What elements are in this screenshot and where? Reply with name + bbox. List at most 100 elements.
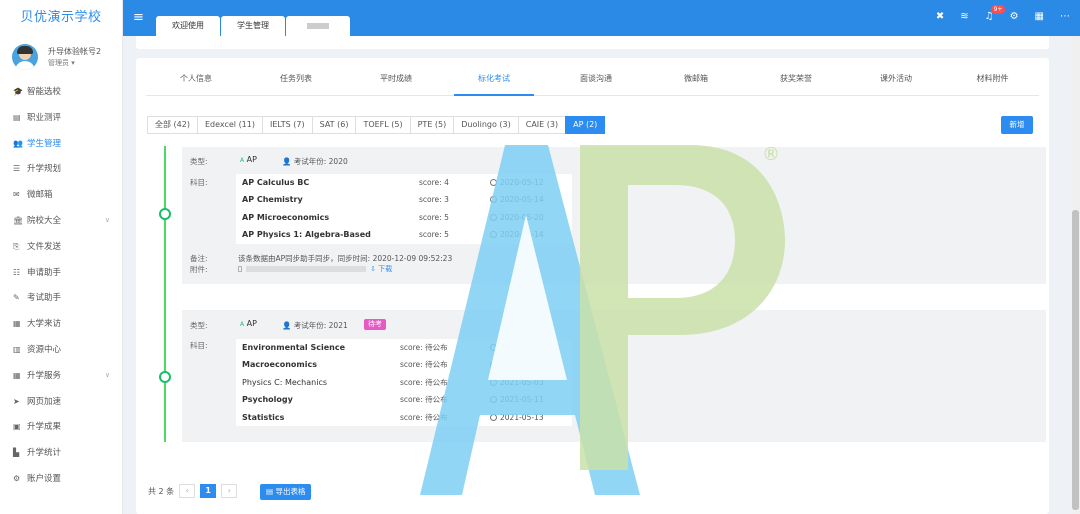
export-icon: ▤ [266, 487, 274, 496]
close-circle-icon[interactable]: ✖ [936, 11, 944, 22]
sidebar-item-11[interactable]: ▦ 升学服务 ∨ [0, 363, 122, 389]
tab-extracurricular[interactable]: 课外活动 [846, 68, 946, 96]
sidebar-item-label: 升学规划 [27, 164, 62, 175]
filter-button[interactable]: PTE (5) [409, 116, 455, 134]
tab-student-management[interactable]: 学生管理 [221, 16, 285, 36]
sidebar-item-12[interactable]: ➤ 网页加速 [0, 389, 122, 415]
table-row: Physics C: Mechanics score: 待公布 2021-05-… [242, 377, 544, 387]
sidebar-item-label: 升学服务 [27, 370, 62, 381]
timeline-dot [159, 208, 171, 220]
sidebar-item-label: 账户设置 [27, 473, 62, 484]
sidebar-item-label: 资源中心 [27, 344, 62, 355]
gear-icon: ⚙ [13, 473, 21, 483]
clipboard-icon: ▤ [13, 112, 21, 122]
more-icon[interactable]: ⋯ [1060, 11, 1070, 22]
prev-page-button[interactable]: ‹ [179, 484, 196, 498]
tab-attachments[interactable]: 材料附件 [946, 68, 1039, 96]
sidebar-item-7[interactable]: ☷ 申请助手 [0, 260, 122, 286]
exam-type: A AP [240, 155, 257, 164]
gear-icon[interactable]: ⚙ [1010, 11, 1019, 22]
export-table-button[interactable]: ▤ 导出表格 [260, 484, 312, 500]
sidebar-item-label: 升学成果 [27, 422, 62, 433]
add-button[interactable]: 新增 [1001, 116, 1033, 134]
sidebar-item-label: 微邮箱 [27, 190, 53, 201]
filter-button[interactable]: Edexcel (11) [196, 116, 263, 134]
sidebar-item-15[interactable]: ⚙ 账户设置 [0, 466, 122, 492]
table-row: Macroeconomics score: 待公布 2021-05-10 [242, 360, 544, 370]
tab-personal-info[interactable]: 个人信息 [146, 68, 246, 96]
download-link[interactable]: ⇩ 下载 [370, 265, 392, 273]
sidebar-item-label: 网页加速 [27, 396, 62, 407]
sidebar-item-2[interactable]: 👥 学生管理 [0, 131, 122, 157]
sidebar-item-8[interactable]: ✎ 考试助手 [0, 285, 122, 311]
scrollbar-thumb[interactable] [1072, 210, 1079, 510]
sidebar-item-6[interactable]: ⎘ 文件发送 [0, 234, 122, 260]
profile-tabs: 个人信息 任务列表 平时成绩 标化考试 面谈沟通 微邮箱 获奖荣誉 课外活动 材… [146, 68, 1039, 96]
sidebar-item-3[interactable]: ☰ 升学规划 [0, 156, 122, 182]
tab-awards[interactable]: 获奖荣誉 [746, 68, 846, 96]
calendar-icon: ▦ [13, 319, 21, 329]
mail-icon: ✉ [13, 190, 20, 200]
sidebar-item-label: 申请助手 [27, 267, 62, 278]
exam-filter-group: 全部 (42) Edexcel (11) IELTS (7) SAT (6) TOEFL… [147, 116, 606, 134]
tab-standardized-tests[interactable]: 标化考试 [454, 68, 534, 96]
total-count: 共 2 条 [148, 486, 175, 496]
filter-button[interactable]: IELTS (7) [261, 116, 313, 134]
table-row: AP Microeconomics score: 5 2020-05-20 [242, 212, 544, 222]
send-icon: ➤ [13, 396, 20, 406]
checklist-icon: ☷ [13, 267, 21, 277]
school-brand[interactable]: 贝优演示学校 [0, 0, 122, 36]
topbar: ≡ 欢迎使用 学生管理 ✖ ≋ ♫ 9+ ⚙ ▦ ⋯ [123, 0, 1080, 36]
exam-year: 👤 考试年份: 2021 [282, 321, 348, 330]
clock-icon [490, 361, 497, 369]
table-row: Environmental Science score: 待公布 2021-05… [242, 343, 544, 352]
resource-icon: ▥ [13, 344, 21, 354]
tab-grades[interactable]: 平时成绩 [346, 68, 446, 96]
filter-button[interactable]: SAT (6) [311, 116, 357, 134]
subjects-label: 科目: [190, 178, 208, 187]
clock-icon [490, 231, 497, 239]
sidebar-item-5[interactable]: 🏛 院校大全 ∨ [0, 208, 122, 234]
calendar-icon[interactable]: ▦ [1035, 11, 1044, 22]
type-label: 类型: [190, 157, 208, 166]
wifi-icon[interactable]: ≋ [960, 11, 968, 22]
top-icons: ✖ ≋ ♫ 9+ ⚙ ▦ ⋯ [936, 5, 1070, 22]
remark-label: 备注: [190, 254, 208, 263]
id-card-icon: ▣ [13, 422, 21, 432]
sidebar-item-0[interactable]: 🎓 智能选校 [0, 79, 122, 105]
sidebar-item-label: 考试助手 [27, 293, 62, 304]
tab-interviews[interactable]: 面谈沟通 [546, 68, 646, 96]
bell-icon[interactable]: ♫ 9+ [985, 5, 1006, 22]
sidebar-item-14[interactable]: ▙ 升学统计 [0, 440, 122, 466]
tab-task-list[interactable]: 任务列表 [246, 68, 346, 96]
filter-button[interactable]: AP (2) [565, 116, 606, 134]
avatar[interactable] [12, 44, 38, 70]
sidebar-item-10[interactable]: ▥ 资源中心 [0, 337, 122, 363]
menu-toggle-icon[interactable]: ≡ [133, 10, 144, 25]
sidebar-item-4[interactable]: ✉ 微邮箱 [0, 182, 122, 208]
tab-welcome[interactable]: 欢迎使用 [156, 16, 220, 36]
next-page-button[interactable]: › [221, 484, 238, 498]
timeline-dot [159, 371, 171, 383]
clock-icon [490, 344, 497, 351]
sidebar-item-1[interactable]: ▤ 职业测评 [0, 105, 122, 131]
sidebar-item-13[interactable]: ▣ 升学成果 [0, 414, 122, 440]
tab-mailbox[interactable]: 微邮箱 [646, 68, 746, 96]
user-role-dropdown[interactable]: 管理员 ▾ [48, 58, 75, 68]
previous-card-edge [136, 36, 1049, 49]
filter-button[interactable]: 全部 (42) [147, 116, 198, 134]
user-panel[interactable]: 升导体验帐号2 管理员 ▾ [0, 36, 122, 74]
tab-student-name-blurred[interactable] [286, 16, 350, 36]
table-row: AP Calculus BC score: 4 2020-05-12 [242, 178, 544, 187]
student-profile-card: 个人信息 任务列表 平时成绩 标化考试 面谈沟通 微邮箱 获奖荣誉 课外活动 材… [136, 58, 1049, 514]
sidebar-item-label: 大学来访 [27, 319, 62, 330]
filter-button[interactable]: Duolingo (3) [453, 116, 519, 134]
exam-record-2021: 类型: A AP 👤 考试年份: 2021 待考 科目: Environment… [182, 310, 1046, 442]
sidebar-item-9[interactable]: ▦ 大学来访 [0, 311, 122, 337]
filter-button[interactable]: TOEFL (5) [355, 116, 411, 134]
filter-button[interactable]: CAIE (3) [517, 116, 567, 134]
graduation-cap-icon: 🎓 [13, 87, 23, 96]
page-1-button[interactable]: 1 [200, 484, 217, 498]
chevron-down-icon: ∨ [104, 215, 110, 224]
person-icon: 👤 [282, 157, 292, 166]
